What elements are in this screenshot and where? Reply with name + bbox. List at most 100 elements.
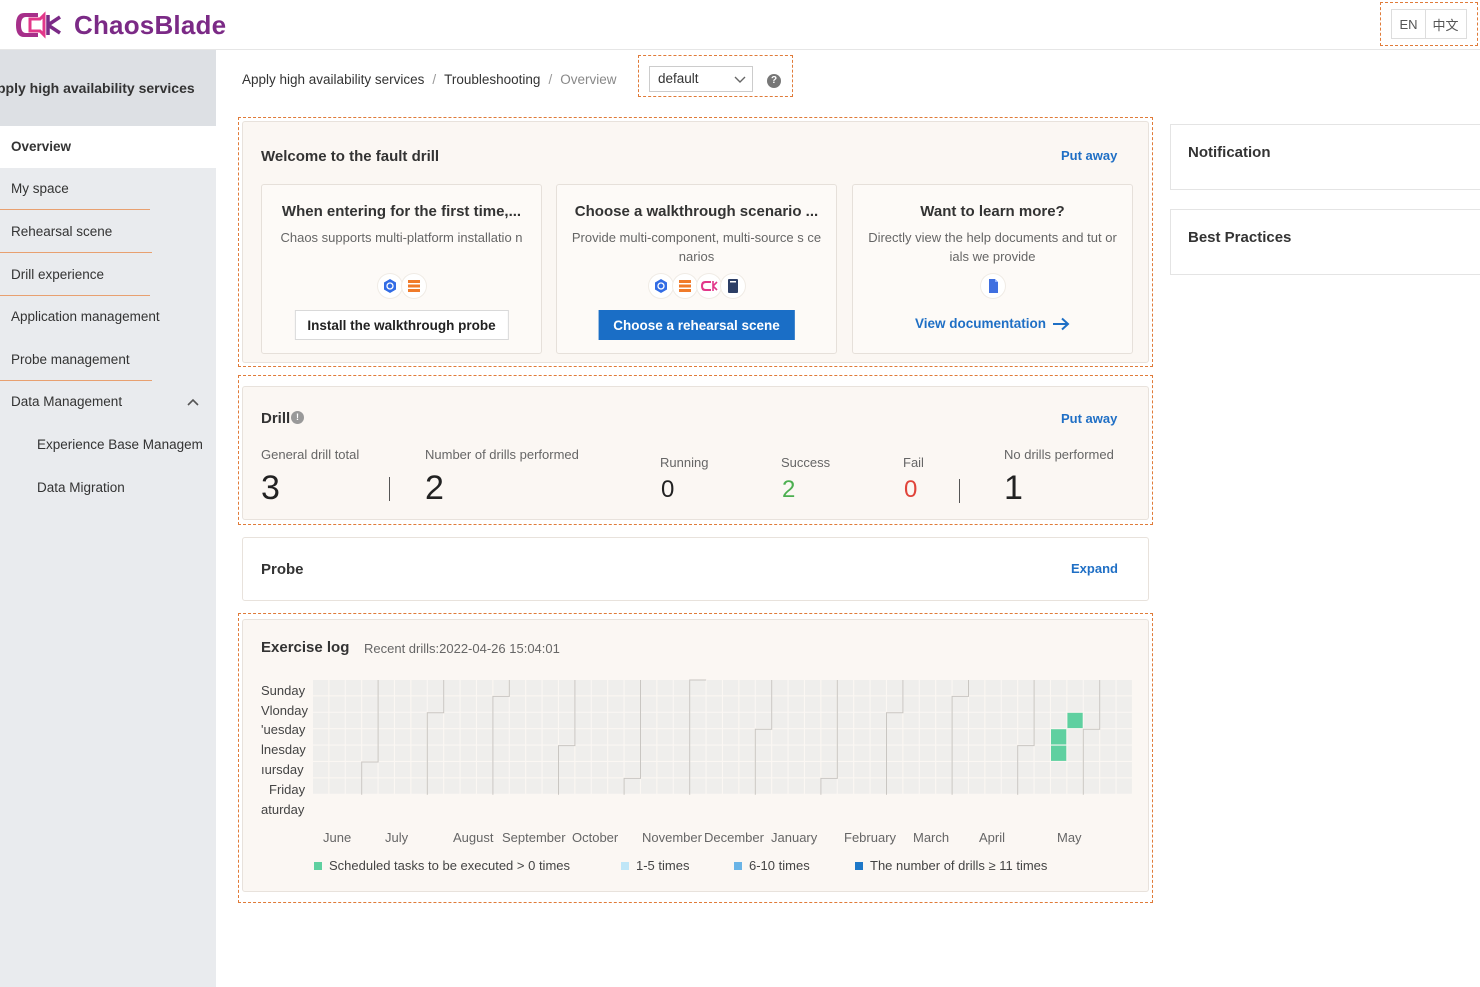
heatmap-cell[interactable] xyxy=(575,762,591,778)
heatmap-cell[interactable] xyxy=(460,778,476,794)
view-documentation-link[interactable]: View documentation xyxy=(853,316,1132,331)
heatmap-cell[interactable] xyxy=(739,729,755,745)
heatmap-cell[interactable] xyxy=(608,696,624,712)
sidebar-item-probe-management[interactable]: Probe management xyxy=(0,339,216,381)
heatmap-cell[interactable] xyxy=(887,712,903,729)
heatmap-cell[interactable] xyxy=(936,729,952,745)
heatmap-cell[interactable] xyxy=(575,680,591,696)
heatmap-cell-active[interactable] xyxy=(1051,745,1067,761)
heatmap-cell[interactable] xyxy=(345,712,362,729)
heatmap-cell[interactable] xyxy=(870,762,886,778)
sidebar-item-data-migration[interactable]: Data Migration xyxy=(0,467,216,509)
heatmap-cell[interactable] xyxy=(395,778,411,794)
heatmap-cell[interactable] xyxy=(772,680,788,696)
welcome-put-away-button[interactable]: Put away xyxy=(1061,148,1117,163)
heatmap-cell[interactable] xyxy=(477,696,493,712)
heatmap-cell[interactable] xyxy=(329,762,345,778)
heatmap-cell[interactable] xyxy=(624,778,640,794)
heatmap-cell[interactable] xyxy=(837,745,854,761)
heatmap-cell[interactable] xyxy=(673,762,690,778)
heatmap-cell[interactable] xyxy=(821,729,837,745)
heatmap-cell[interactable] xyxy=(952,680,968,696)
help-icon[interactable]: ? xyxy=(767,74,781,88)
heatmap-cell[interactable] xyxy=(723,680,739,696)
heatmap-cell[interactable] xyxy=(526,696,542,712)
heatmap-cell[interactable] xyxy=(1001,712,1018,729)
heatmap-cell[interactable] xyxy=(427,680,444,696)
heatmap-cell[interactable] xyxy=(772,778,788,794)
heatmap-cell[interactable] xyxy=(870,778,886,794)
heatmap-cell[interactable] xyxy=(854,745,870,761)
heatmap-cell[interactable] xyxy=(1001,778,1018,794)
heatmap-cell[interactable] xyxy=(706,680,722,696)
heatmap-cell[interactable] xyxy=(1018,762,1034,778)
heatmap-cell[interactable] xyxy=(821,696,837,712)
heatmap-cell[interactable] xyxy=(1083,778,1100,794)
heatmap-cell[interactable] xyxy=(1100,745,1116,761)
heatmap-cell[interactable] xyxy=(427,712,444,729)
heatmap-cell[interactable] xyxy=(739,762,755,778)
heatmap-cell[interactable] xyxy=(919,696,936,712)
heatmap-cell[interactable] xyxy=(837,762,854,778)
heatmap-cell[interactable] xyxy=(559,696,575,712)
heatmap-cell[interactable] xyxy=(641,745,657,761)
heatmap-cell[interactable] xyxy=(641,729,657,745)
heatmap-cell[interactable] xyxy=(641,680,657,696)
heatmap-cell[interactable] xyxy=(919,762,936,778)
heatmap-cell[interactable] xyxy=(591,696,608,712)
heatmap-cell[interactable] xyxy=(870,696,886,712)
heatmap-cell[interactable] xyxy=(345,729,362,745)
heatmap-cell[interactable] xyxy=(706,745,722,761)
heatmap-cell[interactable] xyxy=(313,778,329,794)
heatmap-cell[interactable] xyxy=(477,778,493,794)
heatmap-cell[interactable] xyxy=(985,762,1001,778)
heatmap-cell[interactable] xyxy=(657,778,673,794)
heatmap-cell[interactable] xyxy=(1067,696,1083,712)
heatmap-cell[interactable] xyxy=(723,712,739,729)
heatmap-cell[interactable] xyxy=(575,696,591,712)
sidebar-item-my-space[interactable]: My space xyxy=(0,168,216,210)
heatmap-cell[interactable] xyxy=(509,680,526,696)
heatmap-cell[interactable] xyxy=(526,680,542,696)
heatmap-cell[interactable] xyxy=(788,680,804,696)
heatmap-cell[interactable] xyxy=(608,778,624,794)
heatmap-cell[interactable] xyxy=(1083,729,1100,745)
sidebar-item-rehearsal-scene[interactable]: Rehearsal scene xyxy=(0,211,216,253)
heatmap-cell[interactable] xyxy=(887,680,903,696)
heatmap-cell[interactable] xyxy=(624,729,640,745)
heatmap-cell[interactable] xyxy=(985,778,1001,794)
heatmap-cell[interactable] xyxy=(313,745,329,761)
heatmap-cell[interactable] xyxy=(509,729,526,745)
heatmap-cell[interactable] xyxy=(329,729,345,745)
heatmap-cell[interactable] xyxy=(493,762,509,778)
heatmap-cell[interactable] xyxy=(952,696,968,712)
heatmap-cell[interactable] xyxy=(854,696,870,712)
choose-rehearsal-scene-button[interactable]: Choose a rehearsal scene xyxy=(598,310,795,340)
heatmap-cell[interactable] xyxy=(772,762,788,778)
heatmap-cell[interactable] xyxy=(1116,680,1132,696)
heatmap-cell[interactable] xyxy=(673,712,690,729)
heatmap-cell[interactable] xyxy=(755,712,772,729)
heatmap-cell[interactable] xyxy=(723,696,739,712)
heatmap-cell[interactable] xyxy=(805,762,821,778)
heatmap-cell[interactable] xyxy=(624,762,640,778)
heatmap-cell[interactable] xyxy=(1051,680,1067,696)
heatmap-cell[interactable] xyxy=(575,729,591,745)
heatmap-cell[interactable] xyxy=(1100,696,1116,712)
heatmap-cell[interactable] xyxy=(1067,745,1083,761)
heatmap-cell[interactable] xyxy=(444,762,460,778)
heatmap-cell[interactable] xyxy=(444,778,460,794)
heatmap-cell[interactable] xyxy=(837,680,854,696)
heatmap-cell[interactable] xyxy=(559,680,575,696)
heatmap-cell[interactable] xyxy=(559,778,575,794)
heatmap-cell[interactable] xyxy=(788,745,804,761)
heatmap-cell[interactable] xyxy=(985,729,1001,745)
heatmap-cell[interactable] xyxy=(559,745,575,761)
heatmap-cell[interactable] xyxy=(1083,696,1100,712)
heatmap-cell[interactable] xyxy=(493,729,509,745)
heatmap-cell[interactable] xyxy=(673,729,690,745)
heatmap-cell[interactable] xyxy=(411,762,427,778)
heatmap-cell[interactable] xyxy=(542,729,558,745)
heatmap-cell[interactable] xyxy=(395,712,411,729)
heatmap-cell[interactable] xyxy=(903,696,919,712)
